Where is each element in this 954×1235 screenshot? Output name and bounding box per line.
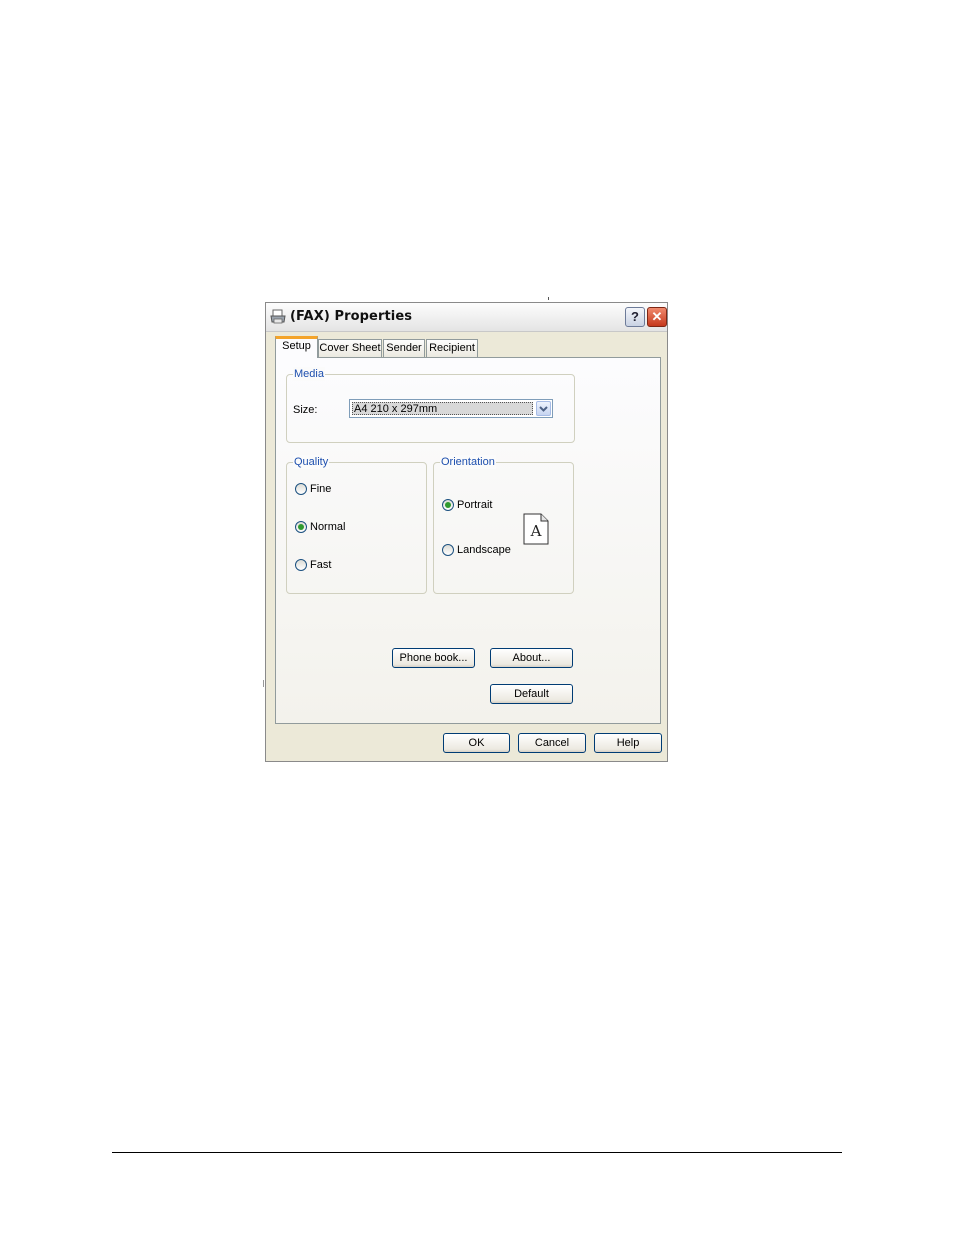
size-dropdown[interactable]: A4 210 x 297mm: [349, 399, 553, 418]
orientation-landscape-radio[interactable]: [442, 544, 454, 556]
default-button[interactable]: Default: [490, 684, 573, 704]
orientation-portrait-label: Portrait: [457, 499, 493, 511]
orientation-portrait-radio[interactable]: [442, 499, 454, 511]
media-group-label: Media: [293, 367, 325, 381]
page-letter: A: [530, 522, 542, 540]
page-footer-rule: [112, 1152, 842, 1153]
printer-icon: [270, 309, 286, 324]
portrait-page-icon: A: [523, 513, 549, 545]
cancel-button[interactable]: Cancel: [518, 733, 586, 753]
tab-cover-sheet[interactable]: Cover Sheet: [318, 339, 382, 357]
crop-mark: [548, 297, 549, 300]
ok-button[interactable]: OK: [443, 733, 510, 753]
crop-mark: [263, 680, 264, 687]
tab-recipient[interactable]: Recipient: [426, 339, 478, 357]
orientation-group: Orientation Portrait Landscape: [433, 455, 574, 594]
help-button[interactable]: Help: [594, 733, 662, 753]
dialog-title: (FAX) Properties: [290, 309, 413, 324]
phone-book-button[interactable]: Phone book...: [392, 648, 475, 668]
title-bar[interactable]: (FAX) Properties ? ✕: [266, 303, 667, 332]
orientation-group-label: Orientation: [440, 455, 496, 469]
fax-properties-dialog: (FAX) Properties ? ✕ Setup Cover Sheet S…: [265, 302, 668, 762]
quality-group: Quality Fine Normal Fast: [286, 455, 427, 594]
quality-fine-label: Fine: [310, 483, 332, 495]
orientation-landscape-label: Landscape: [457, 544, 511, 556]
media-group: Media Size: A4 210 x 297mm: [286, 367, 575, 443]
quality-fine-radio[interactable]: [295, 483, 307, 495]
tab-setup[interactable]: Setup: [275, 336, 318, 358]
quality-normal-radio[interactable]: [295, 521, 307, 533]
size-label: Size:: [293, 404, 318, 416]
page: { "dialog": { "title": "(FAX) Properties…: [0, 0, 954, 1235]
quality-normal-label: Normal: [310, 521, 346, 533]
quality-group-label: Quality: [293, 455, 330, 469]
setup-tab-panel: Media Size: A4 210 x 297mm Quality Fine …: [275, 357, 661, 724]
quality-fast-radio[interactable]: [295, 559, 307, 571]
size-dropdown-value: A4 210 x 297mm: [352, 402, 533, 415]
help-title-button[interactable]: ?: [625, 307, 645, 327]
chevron-down-icon: [539, 406, 548, 412]
tab-sender[interactable]: Sender: [383, 339, 425, 357]
about-button[interactable]: About...: [490, 648, 573, 668]
dropdown-arrow-button[interactable]: [536, 401, 551, 416]
close-button[interactable]: ✕: [647, 307, 667, 327]
quality-fast-label: Fast: [310, 559, 332, 571]
